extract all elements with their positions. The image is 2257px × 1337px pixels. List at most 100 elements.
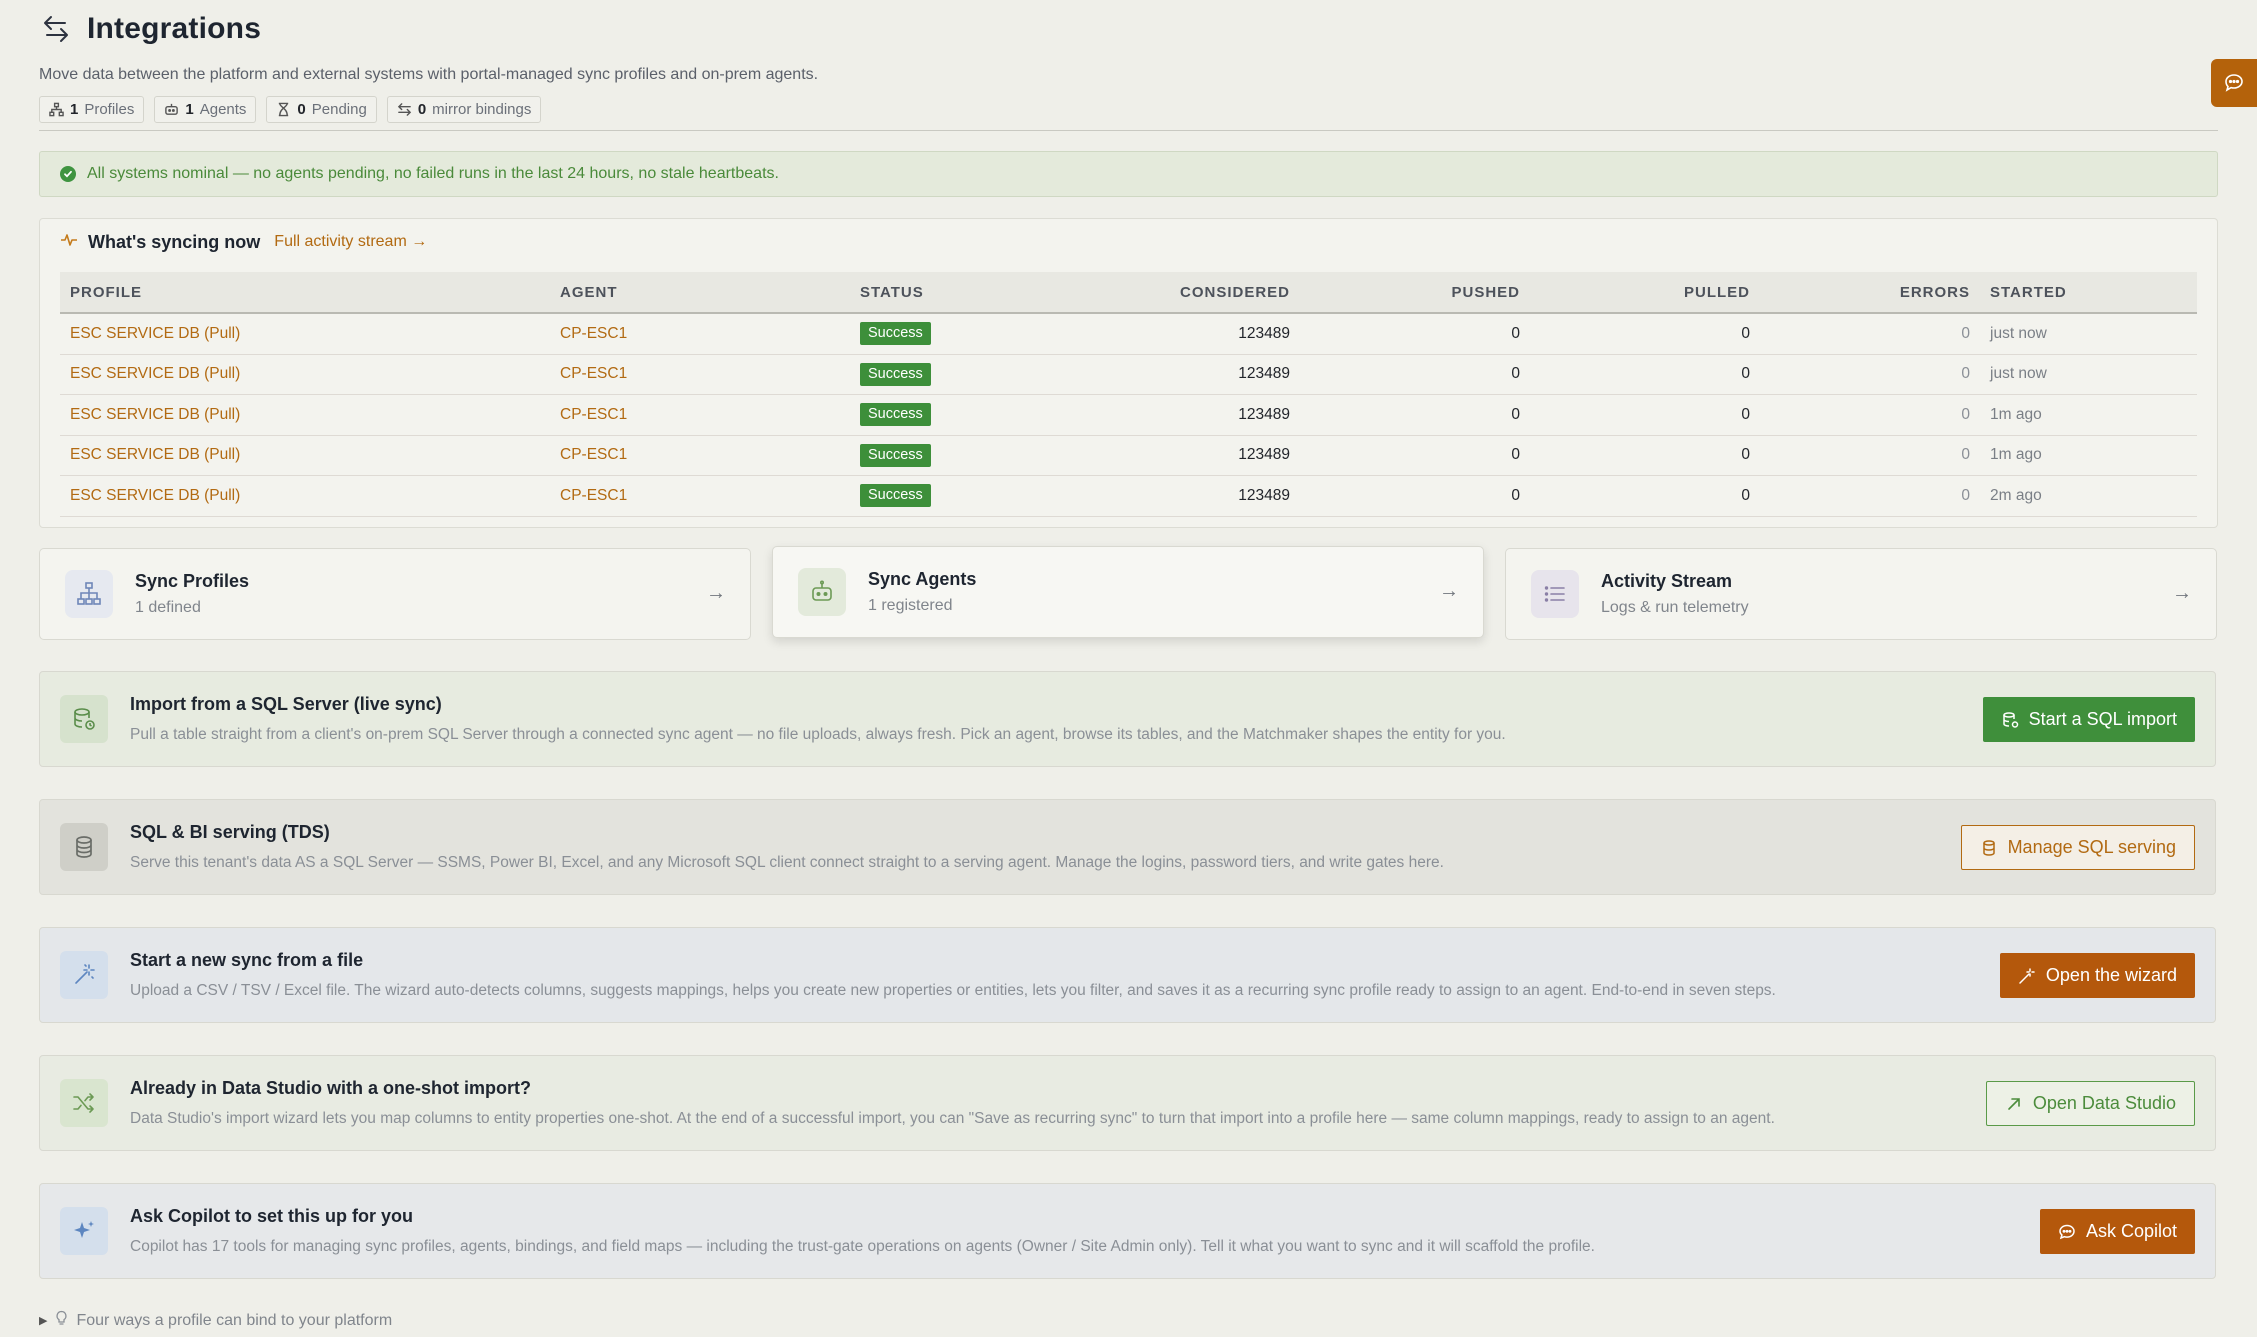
chip-label: Pending [311, 101, 367, 118]
card-subtitle: 1 defined [135, 599, 201, 616]
status-banner: All systems nominal — no agents pending,… [39, 151, 2218, 197]
chat-tab[interactable] [2211, 59, 2257, 107]
ask-copilot-button[interactable]: Ask Copilot [2039, 1209, 2195, 1254]
panel-description: Data Studio's import wizard lets you map… [130, 1110, 1775, 1127]
copilot-panel: Ask Copilot to set this up for you Copil… [39, 1183, 2216, 1279]
start-sql-import-button[interactable]: Start a SQL import [1982, 697, 2195, 742]
started-cell: 2m ago [1980, 475, 2197, 517]
hourglass-icon [279, 102, 289, 117]
pushed-cell: 0 [1300, 475, 1530, 517]
considered-cell: 123489 [1020, 475, 1300, 517]
table-row[interactable]: ESC SERVICE DB (Pull) CP-ESC1 Success 12… [60, 354, 2197, 395]
profiles-chip: 1 Profiles [39, 96, 145, 123]
profile-link[interactable]: ESC SERVICE DB (Pull) [70, 365, 240, 382]
status-banner-text: All systems nominal — no agents pending,… [87, 165, 779, 182]
open-wizard-button[interactable]: Open the wizard [1999, 953, 2195, 998]
column-header[interactable]: AGENT [550, 272, 850, 314]
external-link-icon [2008, 1097, 2020, 1110]
sync-agents-card[interactable]: Sync Agents 1 registered → [772, 546, 1484, 638]
panel-description: Serve this tenant's data AS a SQL Server… [130, 854, 1444, 871]
header-divider [39, 130, 2218, 131]
pulled-cell: 0 [1530, 313, 1760, 355]
panel-title: Start a new sync from a file [130, 950, 364, 970]
swap-arrows-icon [39, 12, 73, 46]
chip-count: 0 [417, 101, 427, 118]
pushed-cell: 0 [1300, 354, 1530, 395]
table-row[interactable]: ESC SERVICE DB (Pull) CP-ESC1 Success 12… [60, 475, 2197, 517]
status-badge: Success [860, 443, 931, 467]
chat-bubble-icon [2225, 74, 2243, 92]
nav-cards: Sync Profiles 1 defined → Sync Agents 1 … [39, 546, 2218, 640]
card-subtitle: 1 registered [868, 597, 953, 614]
page-title: Integrations [87, 12, 262, 45]
column-header[interactable]: STARTED [1980, 272, 2197, 314]
arrow-right-icon: → [706, 582, 726, 604]
shuffle-icon [60, 1079, 108, 1127]
button-label: Open Data Studio [2032, 1093, 2176, 1113]
agent-link[interactable]: CP-ESC1 [560, 487, 627, 504]
database-icon [60, 823, 108, 871]
considered-cell: 123489 [1020, 313, 1300, 355]
manage-sql-serving-button[interactable]: Manage SQL serving [1960, 825, 2195, 870]
check-circle-icon [60, 166, 76, 182]
table-row[interactable]: ESC SERVICE DB (Pull) CP-ESC1 Success 12… [60, 435, 2197, 476]
agent-link[interactable]: CP-ESC1 [560, 325, 627, 342]
caret-right-icon: ▶ [39, 1315, 48, 1327]
column-header[interactable]: PUSHED [1300, 272, 1530, 314]
pending-chip: 0 Pending [266, 96, 377, 123]
agent-link[interactable]: CP-ESC1 [560, 365, 627, 382]
column-header[interactable]: STATUS [850, 272, 1020, 314]
errors-cell: 0 [1760, 394, 1980, 436]
agent-link[interactable]: CP-ESC1 [560, 446, 627, 463]
panel-description: Copilot has 17 tools for managing sync p… [130, 1238, 1595, 1255]
open-data-studio-button[interactable]: Open Data Studio [1985, 1081, 2195, 1126]
chat-bubble-icon [2059, 1224, 2075, 1239]
data-studio-panel: Already in Data Studio with a one-shot i… [39, 1055, 2216, 1151]
magic-wand-icon [60, 951, 108, 999]
profile-link[interactable]: ESC SERVICE DB (Pull) [70, 406, 240, 423]
full-activity-stream-link[interactable]: Full activity stream → [274, 233, 427, 251]
considered-cell: 123489 [1020, 394, 1300, 436]
sql-serving-panel: SQL & BI serving (TDS) Serve this tenant… [39, 799, 2216, 895]
status-badge: Success [860, 484, 931, 508]
syncing-now-panel: What's syncing now Full activity stream … [39, 218, 2218, 528]
bind-ways-label: Four ways a profile can bind to your pla… [76, 1311, 393, 1329]
robot-icon [165, 103, 179, 115]
column-header[interactable]: PROFILE [60, 272, 550, 314]
profile-link[interactable]: ESC SERVICE DB (Pull) [70, 446, 240, 463]
card-title: Activity Stream [1601, 571, 1733, 591]
chip-label: Profiles [84, 101, 135, 118]
started-cell: 1m ago [1980, 435, 2197, 476]
bind-ways-disclosure[interactable]: ▶ Four ways a profile can bind to your p… [39, 1310, 392, 1331]
profile-link[interactable]: ESC SERVICE DB (Pull) [70, 487, 240, 504]
table-row[interactable]: ESC SERVICE DB (Pull) CP-ESC1 Success 12… [60, 394, 2197, 436]
pulled-cell: 0 [1530, 354, 1760, 395]
mirror-bindings-chip: 0 mirror bindings [386, 96, 542, 123]
chip-label: mirror bindings [432, 101, 532, 118]
activity-stream-card[interactable]: Activity Stream Logs & run telemetry → [1505, 548, 2217, 640]
hierarchy-icon [49, 102, 64, 117]
considered-cell: 123489 [1020, 435, 1300, 476]
database-icon [2002, 711, 2018, 728]
list-icon [1531, 570, 1579, 618]
chip-label: Agents [199, 101, 247, 118]
started-cell: 1m ago [1980, 394, 2197, 436]
column-header[interactable]: CONSIDERED [1020, 272, 1300, 314]
column-header[interactable]: ERRORS [1760, 272, 1980, 314]
activity-pulse-icon [60, 233, 78, 252]
column-header[interactable]: PULLED [1530, 272, 1760, 314]
status-badge: Success [860, 362, 931, 386]
panel-title: SQL & BI serving (TDS) [130, 822, 330, 842]
button-label: Open the wizard [2045, 965, 2177, 985]
agent-link[interactable]: CP-ESC1 [560, 406, 627, 423]
chip-count: 0 [297, 101, 306, 118]
chip-count: 1 [70, 101, 79, 118]
table-row[interactable]: ESC SERVICE DB (Pull) CP-ESC1 Success 12… [60, 313, 2197, 355]
profile-link[interactable]: ESC SERVICE DB (Pull) [70, 325, 240, 342]
magic-wand-icon [2019, 967, 2035, 984]
pushed-cell: 0 [1300, 313, 1530, 355]
status-badge: Success [860, 322, 931, 346]
arrow-right-icon: → [2172, 582, 2192, 604]
sync-profiles-card[interactable]: Sync Profiles 1 defined → [39, 548, 751, 640]
button-label: Ask Copilot [2085, 1221, 2177, 1241]
